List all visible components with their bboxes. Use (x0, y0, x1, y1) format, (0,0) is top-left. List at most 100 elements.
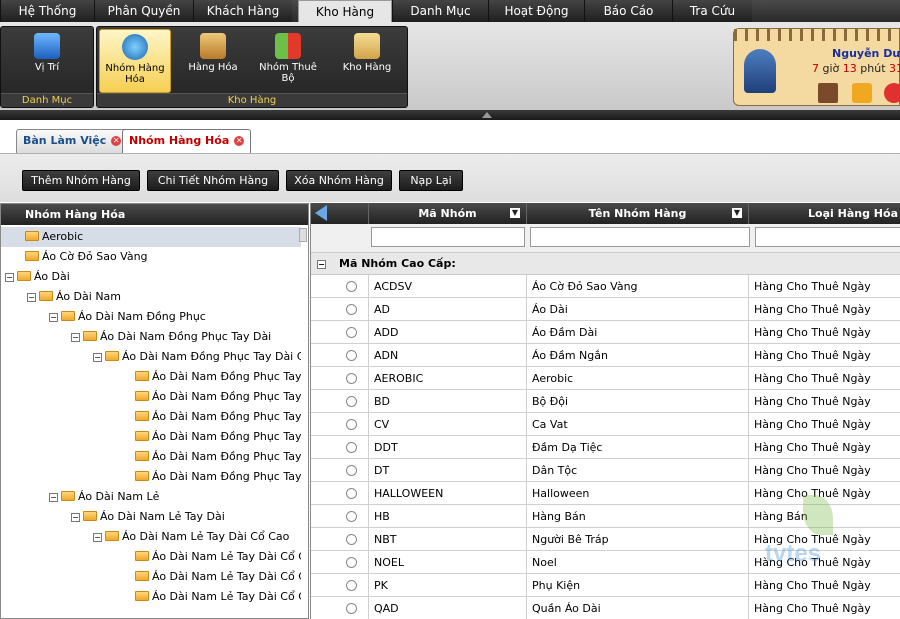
table-row[interactable]: ADD Áo Đầm Dài Hàng Cho Thuê Ngày (311, 321, 900, 344)
menu-hoat-dong[interactable]: Hoạt Động (488, 0, 584, 22)
tree-node[interactable]: Áo Dài Nam Lẻ Tay Dài Cổ Ca (135, 567, 301, 587)
expand-toggle-icon[interactable]: − (93, 353, 102, 362)
tree-node[interactable]: − Áo Dài (5, 267, 70, 287)
kho-hang-button[interactable]: Kho Hàng (331, 29, 403, 93)
nhom-thue-bo-button[interactable]: Nhóm Thuê Bộ (253, 29, 323, 93)
menu-he-thong[interactable]: Hệ Thống (0, 0, 94, 22)
delete-group-button[interactable]: Xóa Nhóm Hàng (286, 170, 392, 191)
row-radio[interactable] (346, 557, 357, 568)
tree-node[interactable]: Áo Dài Nam Đồng Phục Tay (135, 467, 301, 487)
col-header-type[interactable]: Loại Hàng Hóa (749, 203, 900, 224)
tree-node[interactable]: Áo Dài Nam Đồng Phục Tay (135, 367, 301, 387)
tree-node[interactable]: Áo Dài Nam Đồng Phục Tay (135, 407, 301, 427)
row-radio[interactable] (346, 603, 357, 614)
tree-node[interactable]: − Áo Dài Nam Lẻ (49, 487, 159, 507)
time-minutes-unit: phút (856, 62, 889, 75)
row-radio[interactable] (346, 442, 357, 453)
sort-menu-icon[interactable]: ▼ (510, 208, 520, 218)
row-select-cell (311, 413, 369, 436)
table-row[interactable]: DDT Đầm Dạ Tiệc Hàng Cho Thuê Ngày (311, 436, 900, 459)
tree-node[interactable]: − Áo Dài Nam (27, 287, 121, 307)
expand-toggle-icon[interactable]: − (49, 493, 58, 502)
tree-node[interactable]: Áo Dài Nam Lẻ Tay Dài Cổ Ca (135, 587, 301, 607)
filter-code-input[interactable] (371, 227, 525, 247)
table-row[interactable]: AD Áo Dài Hàng Cho Thuê Ngày (311, 298, 900, 321)
filter-name-input[interactable] (530, 227, 750, 247)
nhom-hang-hoa-button[interactable]: Nhóm Hàng Hóa (99, 29, 171, 93)
row-radio[interactable] (346, 350, 357, 361)
logout-icon[interactable] (884, 83, 900, 103)
menu-bao-cao[interactable]: Báo Cáo (584, 0, 672, 22)
row-radio[interactable] (346, 488, 357, 499)
lock-icon[interactable] (852, 83, 872, 103)
expand-toggle-icon[interactable]: − (71, 513, 80, 522)
close-icon[interactable]: ✕ (234, 136, 245, 146)
sort-menu-icon[interactable]: ▼ (732, 208, 742, 218)
row-radio[interactable] (346, 327, 357, 338)
menu-tra-cuu[interactable]: Tra Cứu (672, 0, 752, 22)
table-row[interactable]: ADN Áo Đầm Ngắn Hàng Cho Thuê Ngày (311, 344, 900, 367)
col-header-name[interactable]: Tên Nhóm Hàng ▼ (527, 203, 749, 224)
time-seconds: 31 (889, 62, 900, 75)
hang-hoa-button[interactable]: Hàng Hóa (179, 29, 247, 93)
table-row[interactable]: BD Bộ Đội Hàng Cho Thuê Ngày (311, 390, 900, 413)
cell-code: HB (369, 505, 527, 528)
close-icon[interactable]: ✕ (111, 136, 122, 146)
row-radio[interactable] (346, 419, 357, 430)
tree-node[interactable]: Áo Dài Nam Đồng Phục Tay (135, 447, 301, 467)
tree-node[interactable]: − Áo Dài Nam Đồng Phục Tay Dài C (93, 347, 301, 367)
filter-type-input[interactable] (755, 227, 900, 247)
reload-button[interactable]: Nạp Lại (399, 170, 463, 191)
collapse-arrow-icon[interactable] (482, 112, 492, 118)
expand-toggle-icon[interactable]: − (27, 293, 36, 302)
menu-kho-hang[interactable]: Kho Hàng (298, 0, 392, 24)
time-hours-unit: giờ (819, 62, 843, 75)
table-row[interactable]: DT Dân Tộc Hàng Cho Thuê Ngày (311, 459, 900, 482)
row-radio[interactable] (346, 396, 357, 407)
table-row[interactable]: QAD Quần Áo Dài Hàng Cho Thuê Ngày (311, 597, 900, 619)
tree-node[interactable]: Áo Cờ Đỏ Sao Vàng (25, 247, 148, 267)
expand-toggle-icon[interactable]: − (49, 313, 58, 322)
add-group-button[interactable]: Thêm Nhóm Hàng (22, 170, 140, 191)
cell-name: Quần Áo Dài (527, 597, 749, 619)
table-row[interactable]: CV Ca Vat Hàng Cho Thuê Ngày (311, 413, 900, 436)
expand-toggle-icon[interactable]: − (5, 273, 14, 282)
tab-nhom-hang-hoa[interactable]: Nhóm Hàng Hóa ✕ (122, 129, 252, 153)
tree-scrollbar[interactable] (299, 228, 307, 242)
row-radio[interactable] (346, 534, 357, 545)
vi-tri-button[interactable]: Vị Trí (4, 29, 90, 93)
table-row[interactable]: AEROBIC Aerobic Hàng Cho Thuê Ngày (311, 367, 900, 390)
group-row[interactable]: − Mã Nhóm Cao Cấp: (311, 253, 900, 275)
menu-khach-hang[interactable]: Khách Hàng (193, 0, 292, 22)
tree-node[interactable]: − Áo Dài Nam Lẻ Tay Dài (71, 507, 225, 527)
group-detail-button[interactable]: Chi Tiết Nhóm Hàng (147, 170, 279, 191)
expand-toggle-icon[interactable]: − (71, 333, 80, 342)
expand-toggle-icon[interactable]: − (93, 533, 102, 542)
collapse-left-icon[interactable] (315, 205, 327, 221)
row-radio[interactable] (346, 511, 357, 522)
cell-name: Noel (527, 551, 749, 574)
collapse-icon[interactable]: − (317, 260, 326, 269)
tree-node[interactable]: Áo Dài Nam Đồng Phục Tay (135, 427, 301, 447)
menu-danh-muc[interactable]: Danh Mục (392, 0, 488, 22)
row-select-cell (311, 574, 369, 597)
ribbon-splitter[interactable] (0, 110, 900, 120)
tree-node[interactable]: Áo Dài Nam Lẻ Tay Dài Cổ Ca (135, 547, 301, 567)
row-radio[interactable] (346, 580, 357, 591)
row-radio[interactable] (346, 465, 357, 476)
tree-node[interactable]: − Áo Dài Nam Đồng Phục Tay Dài (71, 327, 271, 347)
tree-node[interactable]: − Áo Dài Nam Đồng Phục (49, 307, 206, 327)
book-icon[interactable] (818, 83, 838, 103)
menu-phan-quyen[interactable]: Phân Quyền (94, 0, 193, 22)
row-radio[interactable] (346, 281, 357, 292)
tab-ban-lam-viec[interactable]: Bàn Làm Việc ✕ (16, 129, 129, 153)
cell-name: Bộ Đội (527, 390, 749, 413)
tree-node[interactable]: Áo Dài Nam Đồng Phục Tay (135, 387, 301, 407)
tree-node[interactable]: Aerobic (1, 227, 301, 247)
row-radio[interactable] (346, 373, 357, 384)
row-radio[interactable] (346, 304, 357, 315)
row-select-cell (311, 436, 369, 459)
table-row[interactable]: ACDSV Áo Cờ Đỏ Sao Vàng Hàng Cho Thuê Ngày (311, 275, 900, 298)
col-header-code[interactable]: Mã Nhóm ▼ (369, 203, 527, 224)
tree-node[interactable]: − Áo Dài Nam Lẻ Tay Dài Cổ Cao (93, 527, 289, 547)
